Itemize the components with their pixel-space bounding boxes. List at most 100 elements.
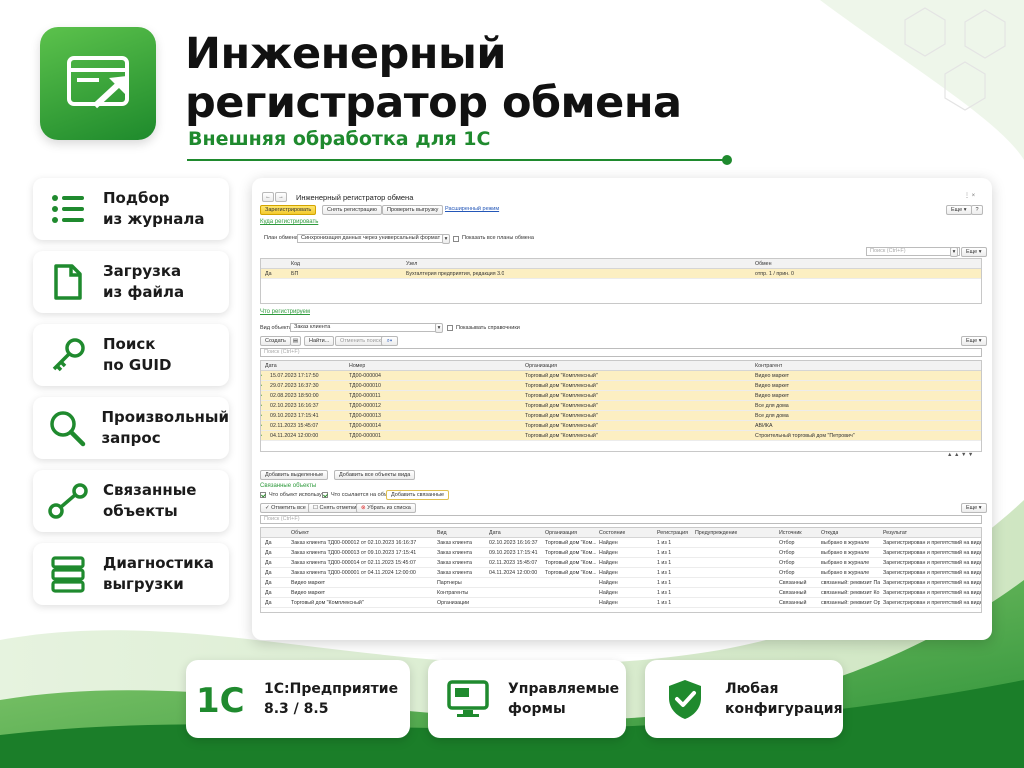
card-platform: 1С 1С:Предприятие 8.3 / 8.5 (186, 660, 410, 738)
help-button[interactable]: ? (971, 205, 983, 215)
table-cell: выбрано в журнале (821, 540, 870, 546)
object-type-label: Вид объекта: (260, 325, 294, 331)
table-row[interactable]: Да Заказ клиента ТД00-000014 от 02.11.202… (261, 558, 981, 568)
table-cell: Связанный (779, 590, 807, 596)
table-row[interactable]: ▪ 15.07.2023 17:17:50 ТД00-000004 Торговый … (261, 371, 981, 381)
table-header: Код Узел Обмен (261, 259, 981, 269)
more-button-docs[interactable]: Еще ▾ (961, 336, 987, 346)
section-related[interactable]: Связанные объекты (260, 483, 316, 489)
cell-date: 09.10.2023 17:15:41 (270, 413, 319, 419)
table-cell: связанный: реквизит Ор... (821, 600, 880, 606)
column-header: Дата (489, 530, 501, 536)
cell-partner: Все для дома (755, 403, 789, 409)
forward-button[interactable]: → (275, 192, 287, 202)
show-all-plans-checkbox[interactable] (453, 236, 459, 242)
section-where[interactable]: Куда регистрировать (260, 219, 318, 225)
cell-org: Торговый дом "Комплексный" (525, 393, 598, 399)
cell-number: ТД00-000010 (349, 383, 381, 389)
search-icon[interactable]: ⌕▾ (381, 336, 398, 346)
table-row[interactable]: Да Видео маркет Партнеры Найден 1 из 1 Связан… (261, 578, 981, 588)
table-row[interactable]: ▪ 09.10.2023 17:15:41 ТД00-000013 Торговый … (261, 411, 981, 421)
add-all-button[interactable]: Добавить все объекты вида (334, 470, 416, 480)
back-button[interactable]: ← (262, 192, 274, 202)
add-selected-button[interactable]: Добавить выделенные (260, 470, 329, 480)
table-row[interactable]: ▪ 02.08.2023 18:50:00 ТД00-000011 Торговый … (261, 391, 981, 401)
find-button[interactable]: Найти... (304, 336, 335, 346)
svg-text:1С: 1С (196, 681, 245, 717)
table-cell: Заказ клиента ТД00-000001 от 04.11.2024 … (291, 570, 416, 576)
table-row[interactable]: ▪ 29.07.2023 16:37:30 ТД00-000010 Торговый … (261, 381, 981, 391)
table-cell: Зарегистрирован и препятствий на видно —… (883, 540, 981, 546)
feature-card-related: Связанные объекты (33, 470, 229, 532)
table-cell: Связанный (779, 580, 807, 586)
search-clear-icon[interactable]: ▾ (950, 247, 958, 257)
copy-icon[interactable]: ▤ (290, 336, 301, 346)
cell-date: 02.10.2023 16:16:37 (270, 403, 319, 409)
object-type-select[interactable]: Заказ клиента (290, 323, 440, 332)
show-catalogs-checkbox[interactable] (447, 325, 453, 331)
page-title: Инженерный регистратор обмена (185, 29, 682, 128)
uses-checkbox[interactable] (260, 492, 266, 498)
table-row[interactable]: ▪ 02.10.2023 16:16:37 ТД00-000012 Торговый … (261, 401, 981, 411)
column-header: Результат (883, 530, 908, 536)
related-table: Объект Вид Дата Организация Состояние Регистр… (260, 527, 982, 613)
table-cell: 04.11.2024 12:00:00 (489, 570, 538, 576)
unregister-button[interactable]: Снять регистрацию (322, 205, 382, 215)
table-cell: Найден (599, 550, 618, 556)
advanced-mode-link[interactable]: Расширенный режим (445, 206, 499, 212)
table-row[interactable]: Да Видео маркет Контрагенты Найден 1 из 1 Свя… (261, 588, 981, 598)
table-cell: Найден (599, 600, 618, 606)
table-cell: Да (265, 580, 272, 586)
table-row[interactable]: ▪ 02.11.2023 15:45:07 ТД00-000014 Торговый … (261, 421, 981, 431)
cancel-search-button[interactable]: Отменить поиск (335, 336, 386, 346)
unmark-all-button[interactable]: ☐ Снять отметки (308, 503, 362, 513)
table-cell: Заказ клиента ТД00-000013 от 09.10.2023 … (291, 550, 417, 556)
refs-checkbox[interactable] (322, 492, 328, 498)
table-row[interactable]: Да Заказ клиента ТД00-000012 от 02.10.202… (261, 538, 981, 548)
cell-org: Торговый дом "Комплексный" (525, 423, 598, 429)
section-what[interactable]: Что регистрируем (260, 309, 310, 315)
shield-check-icon (669, 680, 701, 719)
table-cell: Организации (437, 600, 470, 606)
add-related-button[interactable]: Добавить связанные (386, 490, 450, 500)
feature-card-journal: Подбор из журнала (33, 178, 229, 240)
chevron-down-icon[interactable]: ▾ (435, 323, 443, 333)
table-row[interactable]: Да Торговый дом "Комплексный" Организации Н… (261, 598, 981, 608)
remove-button[interactable]: ⊗ Убрать из списка (356, 503, 416, 513)
create-button[interactable]: Создать (260, 336, 291, 346)
table-cell: Отбор (779, 540, 795, 546)
more-button[interactable]: Еще ▾ (946, 205, 972, 215)
table-cell: Контрагенты (437, 590, 469, 596)
chevron-down-icon[interactable]: ▾ (442, 234, 450, 244)
1c-logo-icon: 1С (196, 681, 245, 717)
table-row[interactable]: Да БП Бухгалтерия предприятия, редакция … (261, 269, 981, 279)
document-icon: ▪ (260, 413, 262, 419)
documents-table: Дата Номер Организация Контрагент ▪ 15.07… (260, 360, 982, 452)
cell-org: Торговый дом "Комплексный" (525, 383, 598, 389)
search-input-docs[interactable]: Поиск (Ctrl+F) (260, 348, 982, 357)
cell-number: ТД00-000014 (349, 423, 381, 429)
document-icon: ▪ (260, 393, 262, 399)
table-cell: Отбор (779, 560, 795, 566)
more-button-related[interactable]: Еще ▾ (961, 503, 987, 513)
search-input-nodes[interactable]: Поиск (Ctrl+F) (866, 247, 960, 256)
table-cell: Видео маркет (291, 590, 326, 596)
table-row[interactable]: ▪ 04.11.2024 12:00:00 ТД00-000001 Торговый … (261, 431, 981, 441)
table-nav-arrows[interactable]: ▲ ▲ ▼ ▼ (947, 452, 973, 458)
table-cell: Заказ клиента (437, 560, 472, 566)
app-window-screenshot: ← → Инженерный регистратор обмена ⋮ × За… (252, 178, 992, 640)
table-cell: Видео маркет (291, 580, 326, 586)
table-cell: Да (265, 540, 272, 546)
table-row[interactable]: Да Заказ клиента ТД00-000001 от 04.11.202… (261, 568, 981, 578)
search-input-related[interactable]: Поиск (Ctrl+F) (260, 515, 982, 524)
register-button[interactable]: Зарегистрировать (260, 205, 317, 215)
table-cell: Заказ клиента (437, 540, 472, 546)
table-cell: 1 из 1 (657, 600, 672, 606)
check-export-button[interactable]: Проверить выгрузку (382, 205, 444, 215)
window-menu-icon[interactable]: ⋮ × (964, 192, 975, 199)
table-row[interactable]: Да Заказ клиента ТД00-000013 от 09.10.202… (261, 548, 981, 558)
exchange-plan-select[interactable]: Синхронизация данных через универсальный… (297, 234, 447, 243)
more-button-nodes[interactable]: Еще ▾ (961, 247, 987, 257)
table-cell: 1 из 1 (657, 540, 672, 546)
mark-all-button[interactable]: ✓ Отметить все (260, 503, 311, 513)
